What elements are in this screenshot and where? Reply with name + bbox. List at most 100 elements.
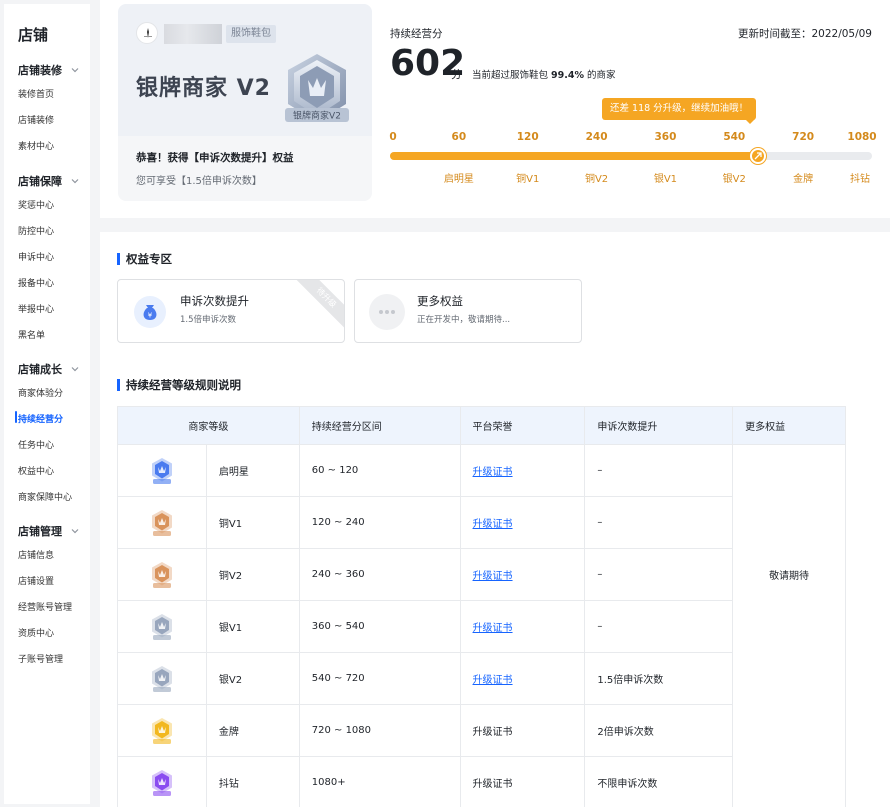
level-name-cell: 铜V2 [205, 548, 300, 601]
sidebar-group-label: 店铺保障 [18, 175, 62, 188]
sidebar-title: 店铺 [18, 26, 49, 44]
sidebar-item-qualifications[interactable]: 资质中心 [18, 626, 54, 639]
score-range-cell: 360 ~ 540 [298, 600, 461, 653]
level-badge-cell [117, 756, 207, 807]
more-benefits-cell: 敬请期待 [732, 444, 846, 807]
benefit-card-appeal[interactable]: ¥ 申诉次数提升 1.5倍申诉次数 待升级 [117, 279, 345, 343]
level-name-cell: 铜V1 [205, 496, 300, 549]
score-range-cell: 720 ~ 1080 [298, 704, 461, 757]
sidebar-item-accounts[interactable]: 经营账号管理 [18, 600, 72, 613]
sidebar-item-operation-score[interactable]: 持续经营分 [18, 412, 63, 425]
progress-tick-label: 120 [516, 131, 539, 143]
active-indicator [15, 411, 17, 423]
category-tag: 服饰鞋包 [226, 25, 276, 43]
header-appeal: 申诉次数提升 [584, 406, 734, 445]
sidebar-item-report[interactable]: 举报中心 [18, 302, 54, 315]
sidebar-group-guarantee[interactable]: 店铺保障 [18, 173, 80, 189]
sidebar-group-management[interactable]: 店铺管理 [18, 523, 80, 539]
level-badge-cell [117, 496, 207, 549]
appeal-boost-cell: 1.5倍申诉次数 [584, 652, 734, 705]
benefit-subtitle: 1.5倍申诉次数 [180, 315, 237, 325]
congrats-card: 恭喜！获得【申诉次数提升】权益 您可享受【1.5倍申诉次数】 [118, 136, 372, 201]
congrats-subtitle: 您可享受【1.5倍申诉次数】 [136, 176, 262, 187]
sidebar-item-rewards[interactable]: 奖惩中心 [18, 198, 54, 211]
level-badge-icon [151, 561, 172, 588]
sidebar-item-experience-score[interactable]: 商家体验分 [18, 386, 63, 399]
level-badge-icon [151, 717, 172, 744]
score-desc-prefix: 当前超过服饰鞋包 [472, 70, 549, 81]
progress-level-name: 银V1 [653, 174, 678, 185]
upgrade-tip-bubble: 还差 118 分升级，继续加油哦！ [602, 98, 757, 120]
sidebar-item-shop-settings[interactable]: 店铺设置 [18, 574, 54, 587]
progress-tick-label: 240 [585, 131, 608, 143]
score-desc-percent: 99.4% [551, 70, 585, 81]
level-badge-card: 服饰鞋包 银牌商家 V2 银牌商家V2 [118, 4, 372, 136]
upgrade-certificate-link[interactable]: 升级证书 [459, 548, 586, 601]
store-name-blurred [164, 24, 222, 44]
table-row: 启明星 60 ~ 120 升级证书 – 敬请期待 [117, 444, 846, 807]
sidebar-item-benefits[interactable]: 权益中心 [18, 464, 54, 477]
upgrade-certificate-link[interactable]: 升级证书 [459, 652, 586, 705]
sidebar-item-tasks[interactable]: 任务中心 [18, 438, 54, 451]
rules-table: 商家等级 持续经营分区间 平台荣誉 申诉次数提升 更多权益 启明星 60 ~ 12… [117, 406, 846, 807]
level-badge-cell [117, 444, 207, 497]
progress-level-name: 银V2 [722, 174, 746, 185]
sidebar-group-decor[interactable]: 店铺装修 [18, 62, 80, 78]
badge-text: 银牌商家V2 [293, 110, 341, 122]
upgrade-certificate-link[interactable]: 升级证书 [459, 600, 586, 653]
money-bag-icon: ¥ [134, 296, 166, 328]
appeal-boost-cell: – [584, 496, 734, 549]
sidebar-item-filing[interactable]: 报备中心 [18, 276, 54, 289]
level-title: 银牌商家 V2 [136, 76, 271, 101]
rules-section-title: 持续经营等级规则说明 [117, 377, 241, 393]
benefit-card-more[interactable]: 更多权益 正在开发中，敬请期待... [354, 279, 582, 343]
sidebar-item-sub-accounts[interactable]: 子账号管理 [18, 652, 63, 665]
sidebar-item-blacklist[interactable]: 黑名单 [18, 328, 45, 341]
sidebar-item-shop-info[interactable]: 店铺信息 [18, 548, 54, 561]
progress-tick-label: 60 [451, 131, 467, 143]
sidebar-group-growth[interactable]: 店铺成长 [18, 361, 80, 377]
level-badge-cell [117, 652, 207, 705]
header-level: 商家等级 [117, 406, 300, 445]
sidebar-item-appeal[interactable]: 申诉中心 [18, 250, 54, 263]
sidebar-item-merchant-guarantee[interactable]: 商家保障中心 [18, 490, 72, 503]
score-overview-panel: 服饰鞋包 银牌商家 V2 银牌商家V2 恭喜！获得【申诉次数提升】权益 您可享受… [100, 0, 890, 218]
chevron-down-icon [71, 529, 79, 534]
pending-upgrade-ribbon: 待升级 [292, 280, 344, 332]
score-desc-suffix: 的商家 [587, 70, 616, 81]
header-range: 持续经营分区间 [298, 406, 461, 445]
sidebar-item-shop-decor[interactable]: 店铺装修 [18, 113, 54, 126]
progress-level-name: 抖钻 [850, 174, 870, 185]
progress-fill [390, 152, 758, 160]
score-range-cell: 540 ~ 720 [298, 652, 461, 705]
appeal-boost-cell: 不限申诉次数 [584, 756, 734, 807]
more-benefits-text: 敬请期待 [769, 571, 810, 582]
svg-text:¥: ¥ [148, 312, 153, 320]
score-range-cell: 60 ~ 120 [298, 444, 461, 497]
silver-shield-badge-icon: 银牌商家V2 [285, 54, 349, 122]
upgrade-certificate-text: 升级证书 [459, 704, 586, 757]
upgrade-certificate-link[interactable]: 升级证书 [459, 444, 586, 497]
benefit-title: 更多权益 [417, 294, 463, 308]
progress-level-name: 铜V2 [584, 174, 609, 185]
benefit-subtitle: 正在开发中，敬请期待... [417, 315, 511, 325]
score-range-cell: 120 ~ 240 [298, 496, 461, 549]
sidebar-item-materials[interactable]: 素材中心 [18, 139, 54, 152]
benefit-title: 申诉次数提升 [180, 294, 249, 308]
progress-tick-label: 720 [792, 131, 815, 143]
level-badge-cell [117, 704, 207, 757]
progress-tick-label: 360 [654, 131, 677, 143]
sidebar-item-control[interactable]: 防控中心 [18, 224, 54, 237]
level-name-cell: 银V1 [205, 600, 300, 653]
level-name-cell: 银V2 [205, 652, 300, 705]
level-badge-icon [151, 457, 172, 484]
sidebar-group-label: 店铺管理 [18, 525, 62, 538]
progress-level-name: 铜V1 [516, 174, 540, 185]
sidebar-item-decor-home[interactable]: 装修首页 [18, 87, 54, 100]
congrats-title: 恭喜！获得【申诉次数提升】权益 [136, 152, 294, 164]
progress-tick-label: 540 [723, 131, 746, 143]
upgrade-certificate-link[interactable]: 升级证书 [459, 496, 586, 549]
score-range-cell: 1080+ [298, 756, 461, 807]
score-range-cell: 240 ~ 360 [298, 548, 461, 601]
sidebar: 店铺 店铺装修 装修首页 店铺装修 素材中心 店铺保障 奖惩中心 防控中心 申诉… [4, 4, 90, 804]
